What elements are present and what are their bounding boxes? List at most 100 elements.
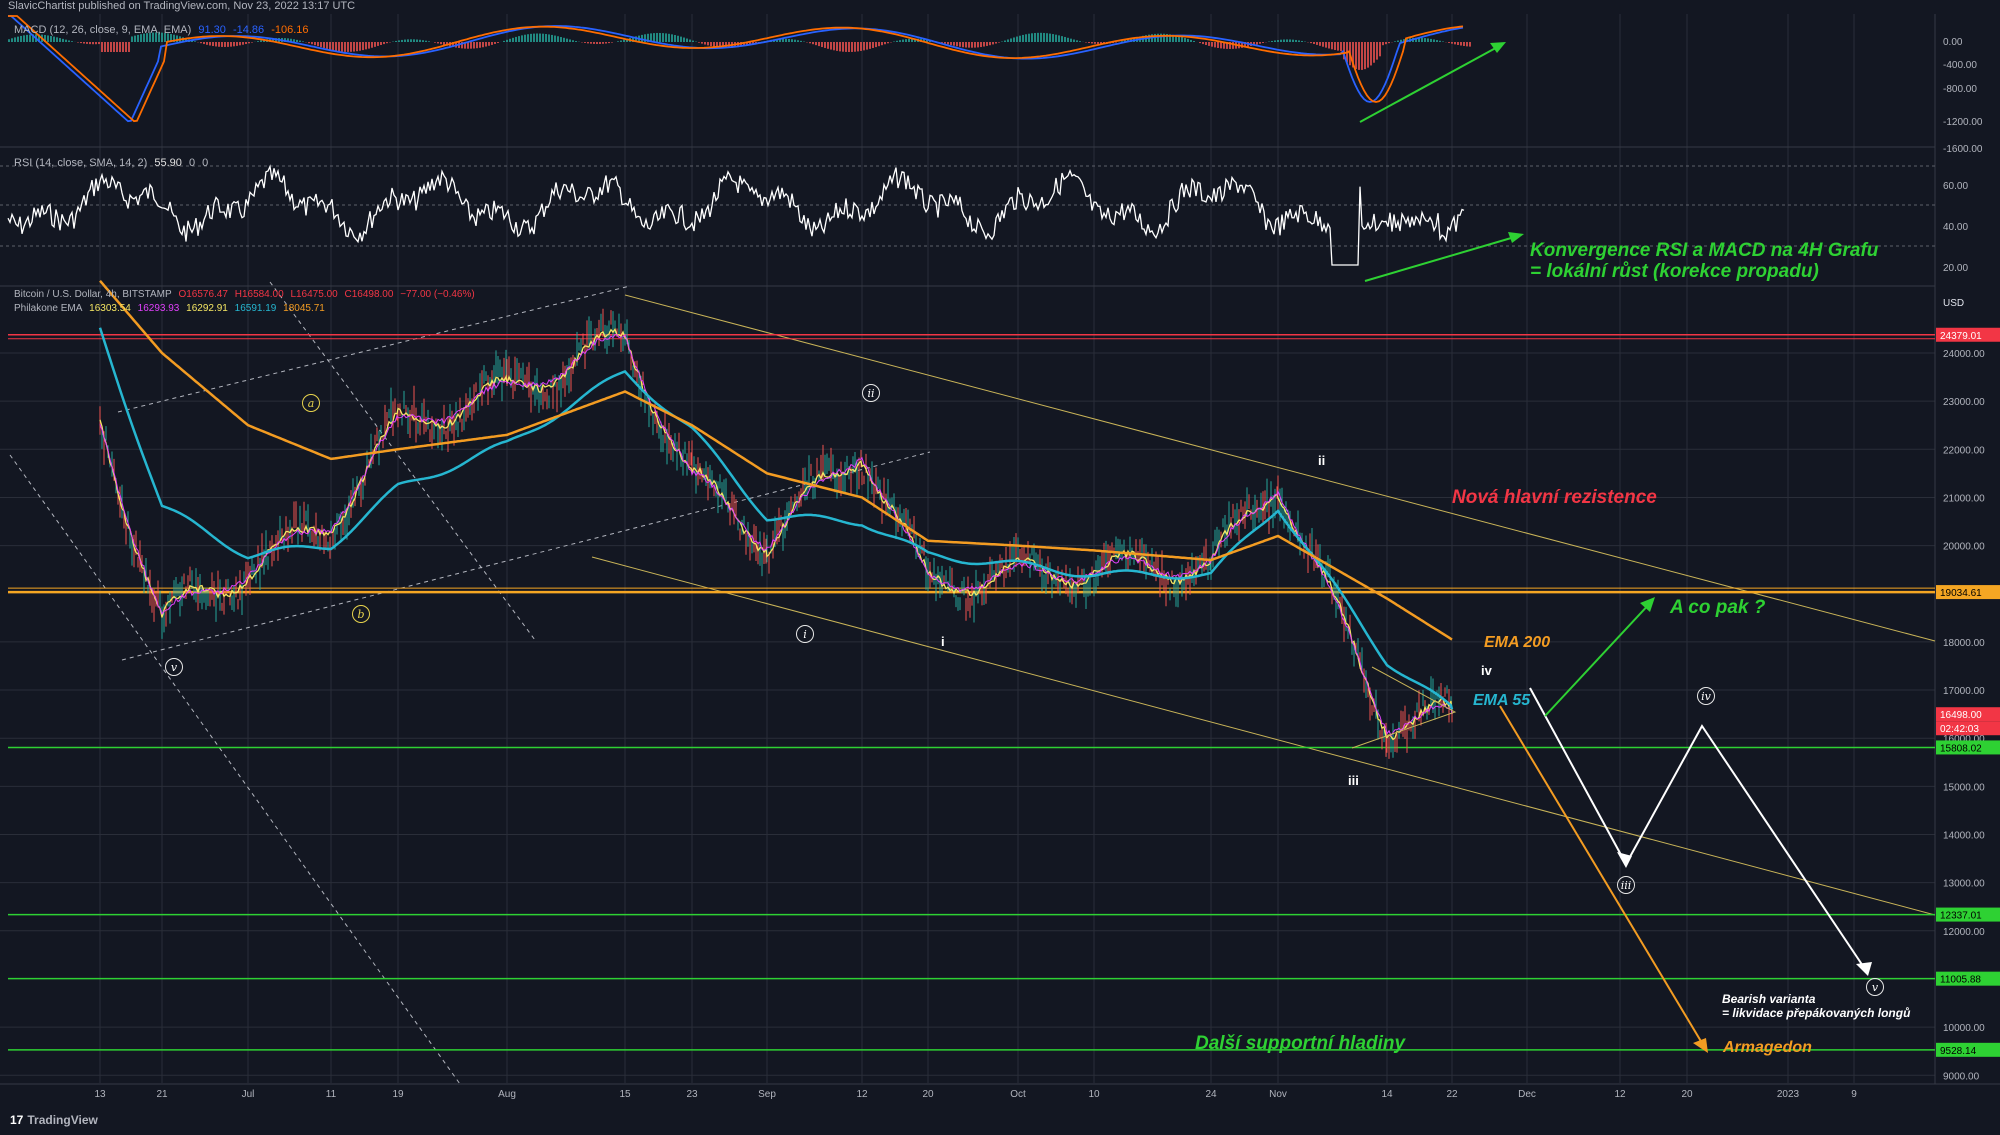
- tradingview-chart[interactable]: 0.00 -400.00 -800.00 -1200.00 -1600.00 60.00 4…: [0, 0, 2000, 1135]
- macd-histogram-bar: [1205, 42, 1207, 46]
- macd-histogram-bar: [1325, 42, 1327, 48]
- macd-histogram-bar: [599, 42, 601, 44]
- macd-histogram-bar: [986, 42, 988, 46]
- macd-histogram-bar: [665, 33, 667, 42]
- macd-histogram-bar: [704, 42, 706, 45]
- wave-iii-circle: iii: [1617, 876, 1635, 894]
- macd-histogram-bar: [1298, 40, 1300, 42]
- macd-histogram-bar: [1016, 36, 1018, 42]
- macd-histogram-bar: [557, 36, 559, 42]
- tradingview-brand[interactable]: 17 TradingView: [10, 1113, 98, 1127]
- time-axis-label: Sep: [758, 1089, 776, 1100]
- time-axis-label: Nov: [1269, 1089, 1287, 1100]
- macd-histogram-bar: [674, 35, 676, 42]
- macd-axis-tick: 0.00: [1943, 37, 1963, 48]
- macd-histogram-bar: [1334, 42, 1336, 50]
- macd-histogram-bar: [902, 39, 904, 42]
- macd-histogram-bar: [92, 42, 94, 45]
- macd-histogram-bar: [1031, 33, 1033, 42]
- macd-histogram-bar: [545, 33, 547, 42]
- macd-histogram-bar: [1091, 42, 1093, 44]
- macd-histogram-bar: [1397, 40, 1399, 42]
- macd-histogram-bar: [830, 42, 832, 50]
- macd-histogram-bar: [344, 42, 346, 52]
- macd-histogram-bar: [560, 37, 562, 42]
- macd-histogram-bar: [662, 33, 664, 42]
- time-axis-label: 10: [1088, 1089, 1100, 1100]
- macd-axis-tick: -400.00: [1943, 60, 1977, 71]
- macd-histogram-bar: [314, 42, 316, 46]
- macd-histogram-bar: [68, 40, 70, 42]
- macd-histogram-bar: [959, 42, 961, 47]
- macd-histogram-bar: [125, 42, 127, 52]
- macd-histogram-bar: [1367, 42, 1369, 68]
- macd-histogram-bar: [530, 33, 532, 42]
- ema-legend-v2: 16293.93: [137, 303, 180, 314]
- bearish-note-2: = likvidace přepákovaných longů: [1722, 1006, 1911, 1020]
- macd-histogram-bar: [1430, 38, 1432, 42]
- macd-histogram-bar: [398, 40, 400, 42]
- price-axis-tick: 23000.00: [1943, 397, 1985, 408]
- macd-histogram-bar: [332, 42, 334, 51]
- macd-histogram-bar: [1043, 32, 1045, 42]
- macd-histogram-bar: [656, 32, 658, 42]
- macd-histogram-bar: [476, 42, 478, 49]
- macd-histogram-bar: [1073, 39, 1075, 42]
- macd-histogram-bar: [410, 39, 412, 42]
- macd-histogram-bar: [821, 42, 823, 48]
- macd-legend-v1: 91.30: [198, 24, 226, 36]
- macd-histogram-bar: [1028, 33, 1030, 42]
- macd-histogram-bar: [1394, 41, 1396, 42]
- macd-histogram-bar: [329, 42, 331, 50]
- macd-histogram-bar: [1358, 42, 1360, 70]
- chart-canvas[interactable]: 0.00 -400.00 -800.00 -1200.00 -1600.00 60.00 4…: [0, 0, 2000, 1135]
- macd-histogram-bar: [1262, 42, 1264, 43]
- macd-histogram-bar: [83, 42, 85, 44]
- macd-histogram-bar: [1232, 42, 1234, 49]
- price-axis-tick: 14000.00: [1943, 831, 1985, 842]
- macd-legend[interactable]: MACD (12, 26, close, 9, EMA, EMA) 91.30 …: [14, 24, 313, 36]
- macd-histogram-bar: [1379, 42, 1381, 57]
- macd-histogram-bar: [251, 42, 253, 43]
- macd-histogram-bar: [515, 36, 517, 42]
- macd-histogram-bar: [698, 42, 700, 43]
- macd-histogram-bar: [413, 39, 415, 42]
- macd-histogram-bar: [1286, 39, 1288, 42]
- macd-histogram-bar: [542, 33, 544, 42]
- macd-histogram-bar: [1463, 42, 1465, 47]
- macd-histogram-bar: [14, 37, 16, 42]
- time-axis-label: 22: [1446, 1089, 1458, 1100]
- macd-histogram-bar: [230, 42, 232, 47]
- macd-histogram-bar: [1052, 34, 1054, 42]
- price-legend[interactable]: Bitcoin / U.S. Dollar, 4h, BITSTAMP O165…: [14, 289, 479, 300]
- macd-histogram-bar: [860, 42, 862, 51]
- macd-histogram-bar: [944, 42, 946, 44]
- macd-histogram-bar: [833, 42, 835, 51]
- macd-histogram-bar: [1013, 37, 1015, 42]
- ema-legend-v1: 16303.54: [89, 303, 131, 314]
- macd-histogram-bar: [896, 40, 898, 42]
- macd-histogram-bar: [1361, 42, 1363, 70]
- macd-histogram-bar: [977, 42, 979, 48]
- macd-histogram-bar: [107, 42, 109, 52]
- macd-histogram-bar: [1310, 42, 1312, 44]
- ema55-label: EMA 55: [1473, 692, 1531, 709]
- macd-histogram-bar: [878, 42, 880, 47]
- rsi-legend[interactable]: RSI (14, close, SMA, 14, 2) 55.90 0 0: [14, 157, 212, 169]
- ohlc-change: −77.00 (−0.46%): [400, 289, 475, 300]
- macd-histogram-bar: [98, 42, 100, 45]
- macd-histogram-bar: [521, 35, 523, 42]
- ema-legend[interactable]: Philakone EMA 16303.54 16293.93 16292.91…: [14, 303, 329, 314]
- macd-histogram-bar: [602, 42, 604, 44]
- macd-histogram-bar: [998, 42, 1000, 43]
- ema-legend-v5: 18045.71: [283, 303, 325, 314]
- macd-histogram-bar: [851, 42, 853, 52]
- macd-histogram-bar: [95, 42, 97, 45]
- support-note: Další supportní hladiny: [1195, 1033, 1406, 1054]
- macd-histogram-bar: [824, 42, 826, 48]
- macd-histogram-bar: [1340, 42, 1342, 52]
- macd-histogram-bar: [1187, 38, 1189, 42]
- macd-legend-v3: -106.16: [271, 24, 309, 36]
- macd-histogram-bar: [980, 42, 982, 48]
- macd-histogram-bar: [575, 41, 577, 42]
